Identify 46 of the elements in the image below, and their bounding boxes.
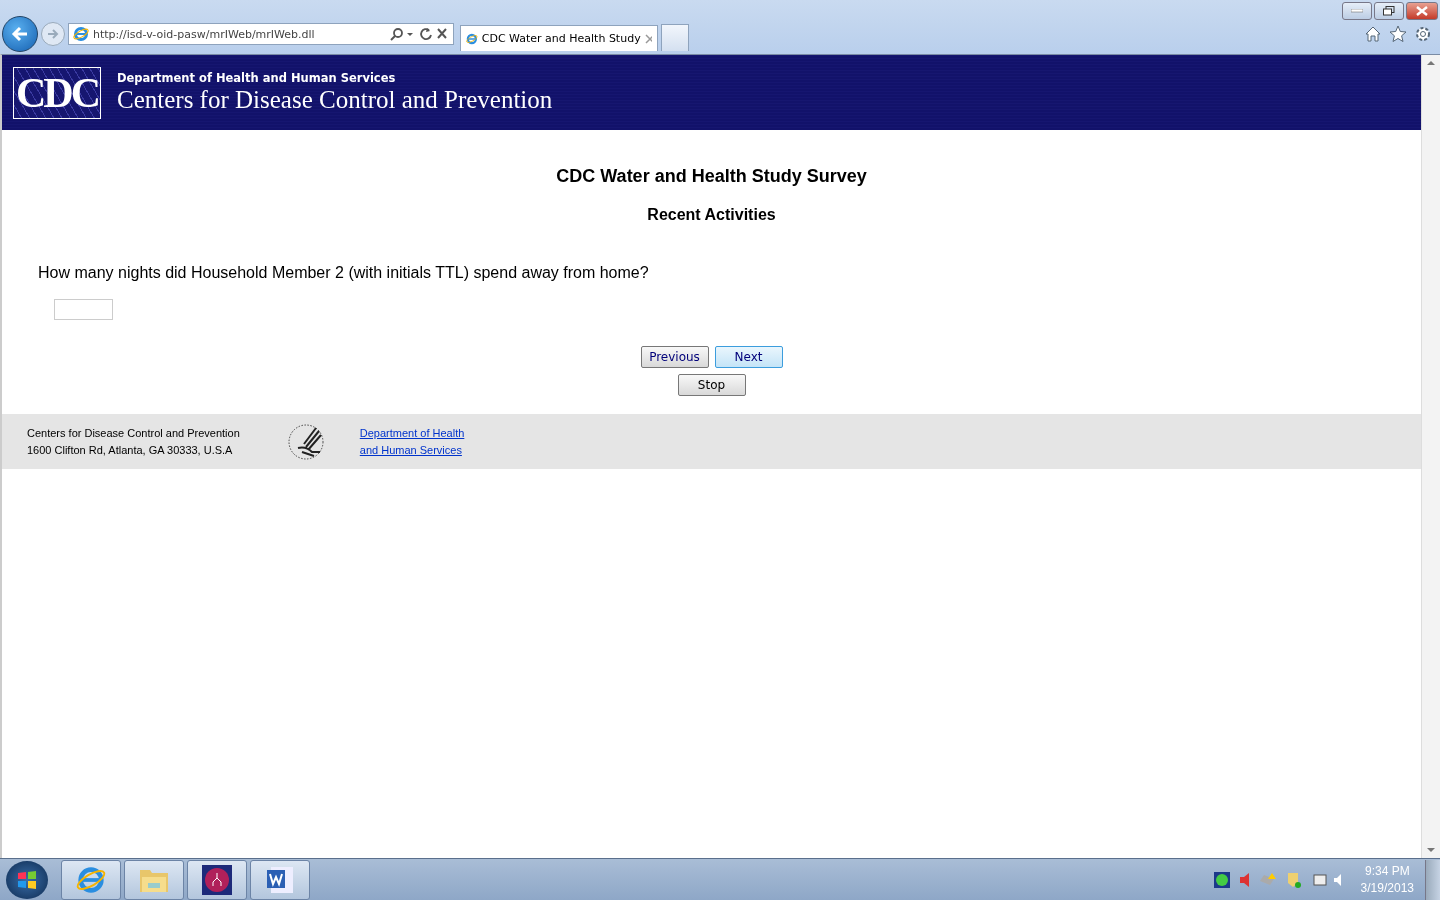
footer-text: Centers for Disease Control and Prevention	[27, 427, 240, 439]
address-bar[interactable]: http://isd-v-oid-pasw/mrIWeb/mrIWeb.dll	[68, 23, 454, 45]
start-button[interactable]	[6, 860, 48, 899]
browser-tab[interactable]: CDC Water and Health Study	[460, 25, 658, 51]
logo: CDC	[13, 66, 101, 119]
hhs-link[interactable]: and Human Services	[359, 444, 465, 456]
system-tray-icons[interactable]	[1213, 870, 1344, 889]
restore-button[interactable]	[1374, 2, 1404, 20]
restore-icon	[1383, 6, 1395, 16]
nav-button[interactable]: Next	[714, 346, 783, 368]
survey-title: CDC Water and Health Study Survey	[556, 166, 867, 187]
eagle-seal-icon	[285, 421, 326, 462]
close-tab-icon[interactable]	[644, 33, 652, 44]
scroll-down-icon[interactable]	[1427, 847, 1435, 853]
minimize-icon	[1351, 9, 1363, 13]
close-button[interactable]	[1406, 2, 1438, 20]
forward-arrow-icon	[46, 27, 60, 41]
document-taskbar-icon[interactable]	[250, 859, 310, 900]
nav-button[interactable]: Previous	[640, 346, 709, 368]
tab-title: CDC Water and Health Study	[481, 32, 641, 45]
clock-time: 9:34 PM	[1363, 862, 1411, 880]
agency-name: Centers for Disease Control and Prevention	[117, 86, 553, 114]
minimize-button[interactable]	[1342, 2, 1372, 20]
settings-icon[interactable]	[1414, 25, 1432, 43]
show-desktop-button[interactable]	[1425, 859, 1440, 900]
close-icon	[1416, 6, 1428, 16]
browser-taskbar-icon[interactable]	[61, 859, 121, 900]
browser-icon	[73, 26, 89, 42]
stop-button[interactable]: Stop	[677, 374, 746, 396]
home-icon[interactable]	[1364, 25, 1382, 43]
section-title: Recent Activities	[647, 206, 776, 224]
diagram-app-taskbar-icon[interactable]	[187, 859, 247, 900]
footer-text: 1600 Clifton Rd, Atlanta, GA 30333, U.S.A	[27, 444, 234, 456]
answer-field[interactable]	[54, 299, 113, 320]
hhs-link[interactable]: Department of Health	[359, 427, 465, 439]
windows-flag-icon	[16, 868, 38, 891]
address-tools-icon[interactable]	[389, 27, 449, 41]
star-icon[interactable]	[1389, 25, 1407, 43]
back-button[interactable]	[2, 16, 38, 52]
scroll-up-icon[interactable]	[1427, 60, 1435, 66]
url-text: http://isd-v-oid-pasw/mrIWeb/mrIWeb.dll	[93, 27, 316, 41]
question-text: How many nights did Household Member 2 (with initials TTL) spend away from home?	[38, 264, 649, 282]
department-name: Department of Health and Human Services	[117, 71, 397, 85]
clock-date: 3/19/2013	[1360, 879, 1414, 897]
back-arrow-icon	[10, 24, 30, 44]
scrollbar[interactable]	[1421, 55, 1440, 858]
